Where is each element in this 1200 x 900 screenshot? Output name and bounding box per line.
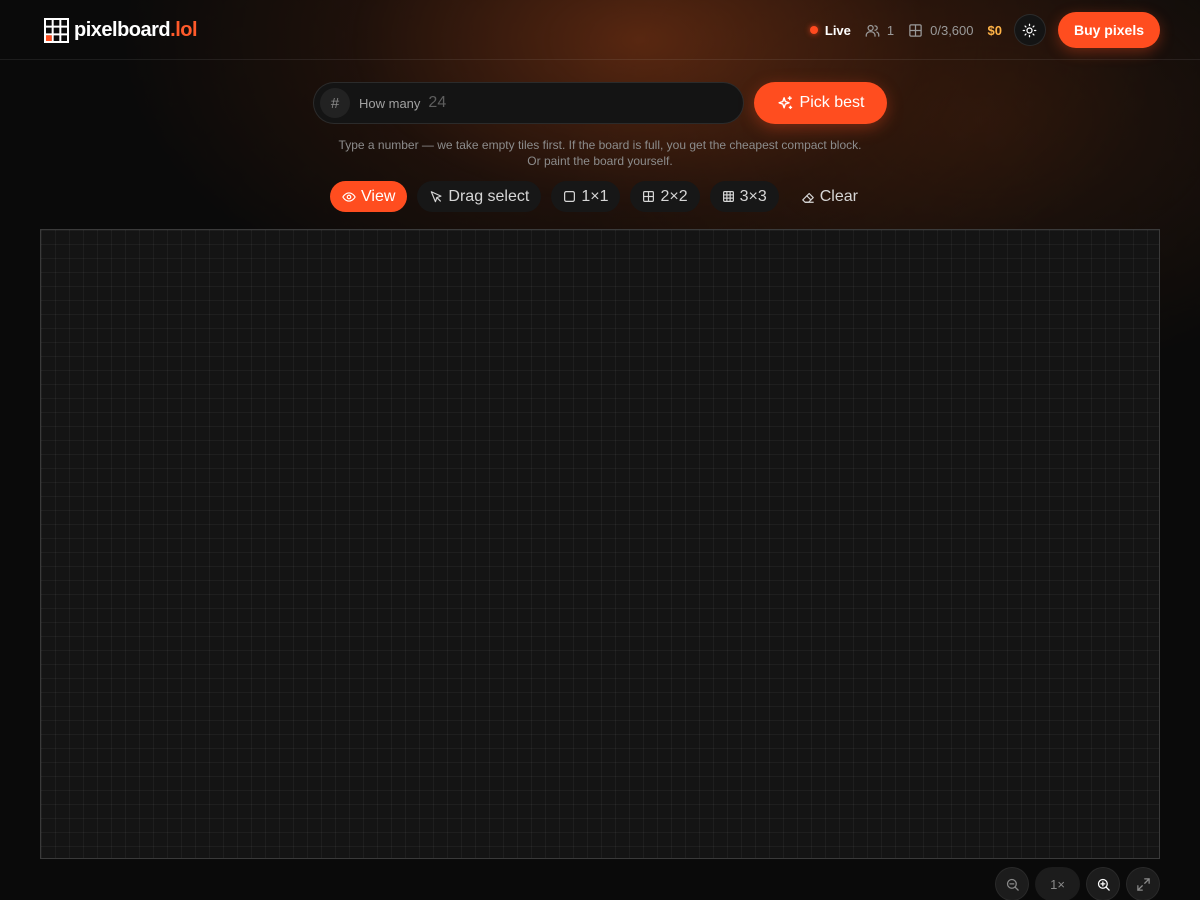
pick-best-label: Pick best — [799, 94, 865, 111]
live-label: Live — [824, 22, 851, 38]
zoom-out-button[interactable] — [995, 867, 1030, 900]
header-status: Live 1 0/3,600 $0 Buy pixels — [809, 12, 1160, 48]
fullscreen-button[interactable] — [1126, 867, 1160, 900]
theme-toggle-button[interactable] — [1013, 14, 1046, 46]
buy-pixels-button[interactable]: Buy pixels — [1057, 12, 1160, 48]
sun-icon — [1023, 23, 1037, 37]
grid-2x2-icon — [643, 191, 655, 202]
tiles-count: 0/3,600 — [930, 22, 974, 38]
mode-drag-select-button[interactable]: Drag select — [417, 181, 542, 212]
how-many-box[interactable]: # How many — [313, 82, 744, 124]
balance: $0 — [987, 22, 1002, 38]
eye-icon — [342, 191, 356, 202]
helper-text: Type a number — we take empty tiles firs… — [0, 137, 1200, 169]
tiles-stat: 0/3,600 — [908, 22, 974, 38]
logo-name: pixelboard — [74, 19, 171, 41]
mode-1x1-button[interactable]: 1×1 — [551, 181, 621, 212]
users-count: 1 — [886, 22, 895, 38]
hash-icon: # — [320, 88, 350, 118]
sparkles-icon — [777, 95, 792, 109]
clear-label: Clear — [819, 187, 858, 205]
mode-2x2-label: 2×2 — [660, 187, 688, 205]
mode-1x1-label: 1×1 — [581, 187, 609, 205]
grid-3x3-icon — [722, 191, 734, 202]
mode-drag-select-label: Drag select — [448, 187, 530, 205]
pick-best-button[interactable]: Pick best — [754, 82, 887, 124]
zoom-in-icon — [1097, 878, 1110, 891]
helper-line-1: Type a number — we take empty tiles firs… — [338, 138, 862, 152]
mode-3x3-label: 3×3 — [739, 187, 767, 205]
expand-icon — [1136, 877, 1150, 891]
how-many-input[interactable] — [428, 94, 729, 112]
how-many-label: How many — [359, 95, 421, 111]
mode-2x2-button[interactable]: 2×2 — [630, 181, 700, 212]
users-icon — [865, 24, 880, 37]
pixel-board[interactable] — [40, 229, 1160, 859]
top-bar: pixelboard.lol Live 1 0/3,600 $0 Buy pix… — [0, 0, 1200, 60]
clear-button[interactable]: Clear — [789, 181, 870, 212]
logo-text: pixelboard.lol — [74, 19, 198, 42]
users-stat: 1 — [865, 23, 894, 38]
zoom-in-button[interactable] — [1086, 867, 1120, 900]
grid-icon — [909, 23, 922, 37]
cursor-icon — [431, 190, 442, 202]
grid-logo-icon — [44, 18, 69, 43]
helper-line-2: Or paint the board yourself. — [527, 154, 673, 168]
mode-view-label: View — [361, 187, 396, 205]
logo[interactable]: pixelboard.lol — [44, 18, 198, 43]
mode-3x3-button[interactable]: 3×3 — [709, 181, 779, 212]
logo-tld: .lol — [170, 19, 198, 41]
live-dot-icon — [809, 26, 818, 34]
square-icon — [564, 191, 576, 202]
eraser-icon — [801, 192, 814, 203]
mode-view-button[interactable]: View — [330, 181, 408, 212]
live-indicator: Live — [809, 22, 851, 38]
zoom-controls: 1× — [989, 867, 1160, 900]
zoom-out-icon — [1006, 878, 1019, 891]
zoom-level: 1× — [1035, 867, 1080, 900]
mode-toolbar: View Drag select 1×1 2×2 3×3 Clear — [0, 181, 1200, 212]
